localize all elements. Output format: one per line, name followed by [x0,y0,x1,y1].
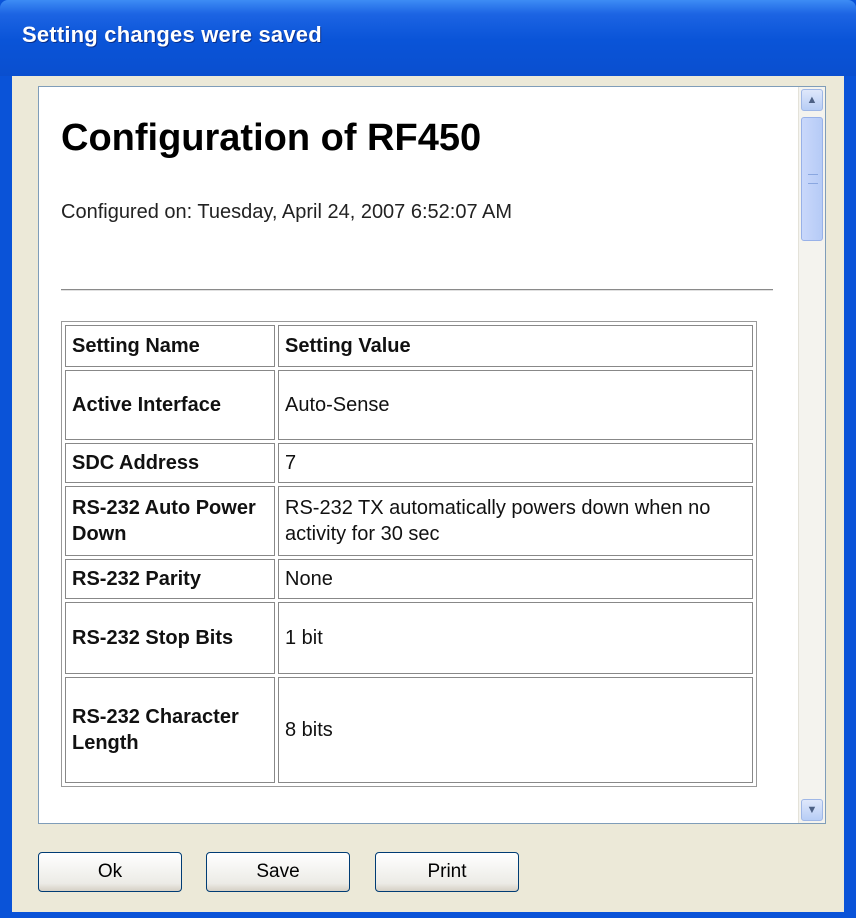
table-row: RS-232 Character Length 8 bits [65,677,753,783]
scroll-thumb[interactable] [801,117,823,241]
setting-name: SDC Address [65,443,275,483]
window-title: Setting changes were saved [22,22,322,47]
table-row: RS-232 Auto Power Down RS-232 TX automat… [65,486,753,556]
table-header-row: Setting Name Setting Value [65,325,753,367]
arrow-down-icon: ▼ [806,804,818,816]
grip-icon [808,174,818,184]
setting-name: RS-232 Parity [65,559,275,599]
setting-value: 8 bits [278,677,753,783]
print-button[interactable]: Print [375,852,519,892]
setting-value: 1 bit [278,602,753,674]
configured-date: Configured on: Tuesday, April 24, 2007 6… [61,201,513,223]
setting-value: None [278,559,753,599]
report-viewer: Configuration of RF450 Configured on: Tu… [38,86,826,824]
divider [61,289,773,291]
ok-button[interactable]: Ok [38,852,182,892]
setting-name: RS-232 Auto Power Down [65,486,275,556]
setting-name: RS-232 Stop Bits [65,602,275,674]
title-bar[interactable]: Setting changes were saved [0,0,856,76]
scroll-down-button[interactable]: ▼ [801,799,823,821]
vertical-scrollbar[interactable]: ▲ ▼ [798,87,825,823]
settings-table: Setting Name Setting Value Active Interf… [61,321,757,787]
arrow-up-icon: ▲ [806,94,818,106]
scroll-up-button[interactable]: ▲ [801,89,823,111]
save-button[interactable]: Save [206,852,350,892]
table-row: Active Interface Auto-Sense [65,370,753,440]
setting-value: 7 [278,443,753,483]
column-header-setting-value: Setting Value [278,325,753,367]
setting-name: Active Interface [65,370,275,440]
button-bar: Ok Save Print [38,852,798,894]
table-row: SDC Address 7 [65,443,753,483]
column-header-setting-name: Setting Name [65,325,275,367]
page-title: Configuration of RF450 [61,117,482,159]
setting-name: RS-232 Character Length [65,677,275,783]
report-document: Configuration of RF450 Configured on: Tu… [39,87,799,823]
setting-value: RS-232 TX automatically powers down when… [278,486,753,556]
dialog-window: Setting changes were saved Configuration… [0,0,856,918]
dialog-body: Configuration of RF450 Configured on: Tu… [12,76,844,912]
table-row: RS-232 Parity None [65,559,753,599]
table-row: RS-232 Stop Bits 1 bit [65,602,753,674]
setting-value: Auto-Sense [278,370,753,440]
